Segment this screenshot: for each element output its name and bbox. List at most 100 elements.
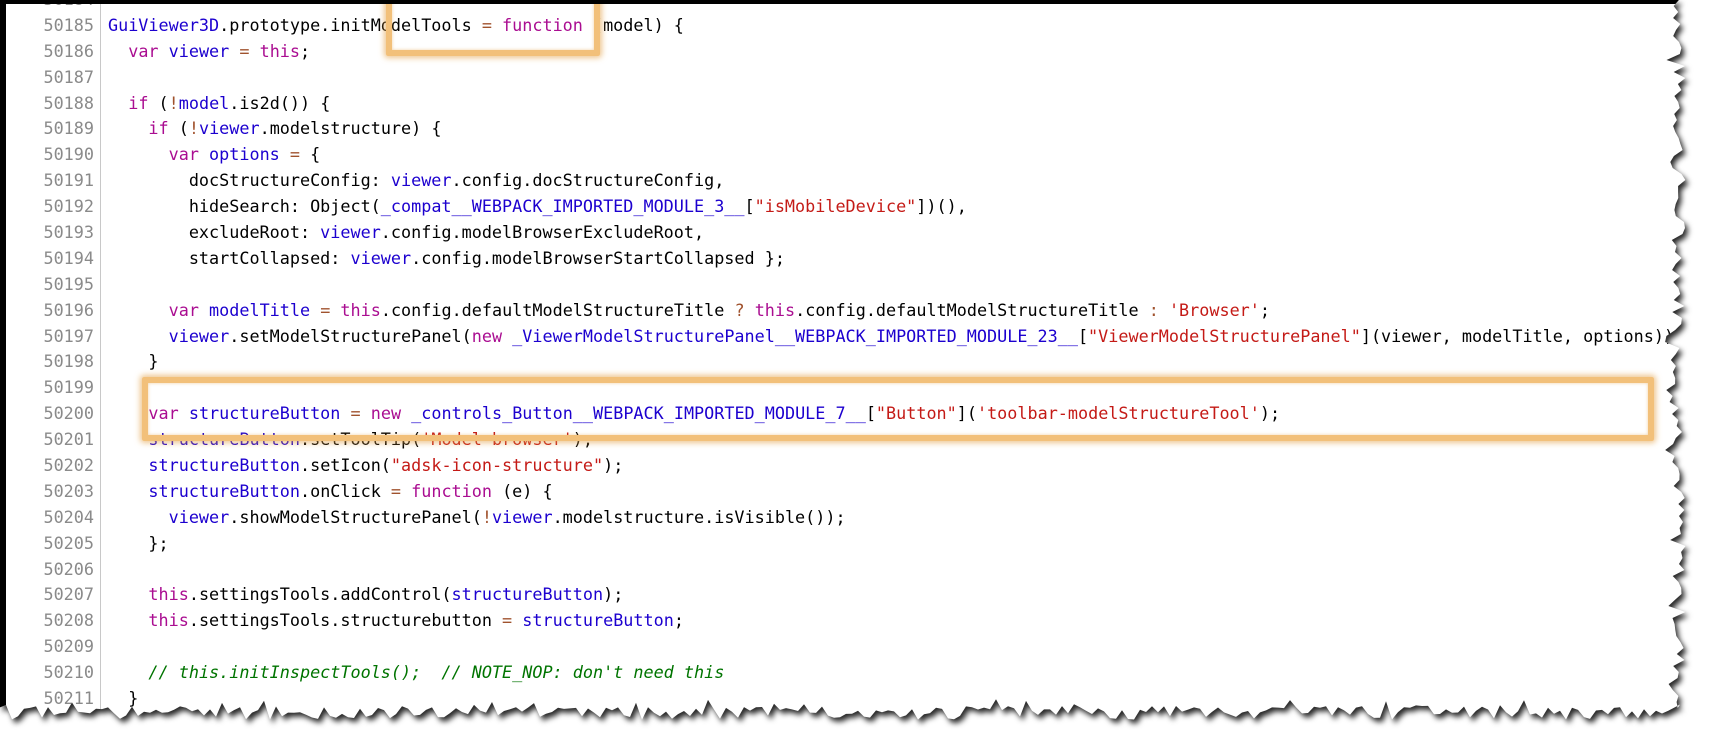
token-tx: .setIcon( [299, 455, 391, 476]
line-number: 50186 [43, 40, 94, 61]
token-id: model [178, 92, 230, 113]
token-tx: excludeRoot: [108, 222, 321, 243]
line-number: 50185 [43, 14, 94, 35]
line-number: 50194 [43, 247, 94, 268]
token-tx: .settingsTools.structurebutton [188, 610, 503, 631]
token-tx: (e) { [491, 480, 553, 501]
token-tx: ( [148, 92, 169, 113]
code-text: this.settingsTools.addControl(structureB… [108, 582, 623, 608]
line-number: 50192 [43, 196, 94, 217]
token-id: _ViewerModelStructurePanel__WEBPACK_IMPO… [512, 325, 1078, 346]
token-kw: var [168, 299, 199, 320]
token-id: structureButton [522, 610, 674, 631]
token-tx: startCollapsed: [108, 247, 351, 268]
token-tx: ])(), [916, 196, 967, 217]
token-op: ! [188, 118, 199, 139]
token-tx: .setModelStructurePanel( [229, 325, 472, 346]
code-text: if (!viewer.modelstructure) { [108, 116, 441, 142]
code-text: hideSearch: Object(_compat__WEBPACK_IMPO… [108, 194, 967, 220]
token-tx [108, 93, 128, 113]
token-id: structureButton [148, 455, 300, 476]
token-op: = [239, 40, 250, 61]
line-number: 50198 [43, 351, 94, 372]
token-id: _compat__WEBPACK_IMPORTED_MODULE_3__ [380, 196, 745, 217]
token-tx [159, 41, 169, 61]
code-text: } [108, 686, 138, 712]
token-id: viewer [320, 222, 381, 243]
token-tx: ; [300, 40, 311, 61]
code-editor: 5018450185 GuiViewer3D.prototype.initMode… [0, 0, 1686, 720]
token-tx [108, 41, 128, 61]
code-text: } [108, 349, 158, 375]
token-kw: if [128, 92, 149, 113]
token-tx [108, 455, 148, 475]
code-text: this.settingsTools.structurebutton = str… [108, 608, 684, 634]
token-tx: .setToolTip( [299, 429, 422, 450]
token-id: structureButton [188, 403, 341, 424]
token-tx [229, 41, 239, 61]
token-tx: { [300, 144, 321, 165]
code-text: }; [108, 531, 168, 557]
token-tx [280, 144, 290, 164]
token-tx [1159, 300, 1169, 320]
token-tx [249, 41, 259, 61]
code-text: var modelTitle = this.config.defaultMode… [108, 298, 1270, 324]
line-number: 50204 [43, 506, 94, 527]
code-text: excludeRoot: viewer.config.modelBrowserE… [108, 220, 704, 246]
line-number: 50201 [43, 429, 94, 450]
token-id: structureButton [451, 584, 604, 605]
token-tx [310, 300, 320, 320]
code-text: docStructureConfig: viewer.config.docStr… [108, 168, 725, 194]
token-tx [108, 584, 148, 604]
token-tx: .config.defaultModelStructureTitle [380, 299, 735, 320]
token-tx [179, 403, 189, 423]
token-tx: ](viewer, modelTitle, options)); [1360, 325, 1685, 346]
token-kw: this [340, 299, 381, 320]
code-text: GuiViewer3D.prototype.initModelTools = f… [108, 13, 684, 39]
code-text: viewer.showModelStructurePanel(!viewer.m… [108, 505, 846, 531]
token-id: options [209, 144, 280, 165]
token-tx: ; [1259, 299, 1270, 320]
token-op: : [1148, 299, 1159, 320]
token-tx: [ [744, 196, 755, 217]
line-number: 50196 [43, 299, 94, 320]
token-tx [502, 326, 512, 346]
token-tx: ); [603, 584, 624, 605]
token-tx: docStructureConfig: [108, 170, 391, 191]
token-id: viewer [168, 40, 230, 61]
token-kw: this [148, 610, 189, 631]
line-number: 50210 [43, 662, 94, 683]
token-tx: .config.modelBrowserExcludeRoot, [380, 222, 705, 243]
token-tx: ]( [956, 403, 977, 424]
line-number: 50188 [43, 92, 94, 113]
code-text: // this.initInspectTools(); // NOTE_NOP:… [108, 660, 724, 686]
code-text: viewer.setModelStructurePanel(new _Viewe… [108, 324, 1685, 350]
token-tx: [ [1077, 325, 1089, 346]
token-kw: new [370, 403, 402, 424]
token-str: "adsk-icon-structure" [390, 455, 604, 476]
token-str: "Button" [875, 403, 957, 424]
token-kw: function [411, 480, 492, 501]
token-tx: .modelstructure.isVisible()); [552, 506, 846, 527]
code-text: structureButton.setToolTip('Model browse… [108, 427, 593, 453]
token-op: = [289, 144, 300, 165]
token-tx [492, 15, 502, 35]
code-text: var options = { [108, 142, 321, 168]
code-text: structureButton.setIcon("adsk-icon-struc… [108, 453, 623, 479]
token-tx [401, 403, 411, 423]
token-kw: this [259, 40, 301, 61]
line-number: 50187 [43, 66, 94, 87]
token-tx [745, 300, 755, 320]
token-op: = [390, 480, 402, 501]
token-tx: .onClick [299, 480, 391, 501]
token-tx: ); [603, 455, 624, 476]
token-tx [108, 429, 148, 449]
token-op: ! [481, 506, 492, 527]
token-kw: function [502, 14, 583, 35]
token-id: GuiViewer3D [108, 14, 220, 35]
token-tx [108, 610, 148, 630]
token-tx: .is2d()) { [229, 92, 331, 113]
token-tx [108, 144, 169, 164]
torn-screenshot: 5018450185 GuiViewer3D.prototype.initMode… [0, 0, 1716, 740]
line-number: 50207 [43, 584, 94, 605]
